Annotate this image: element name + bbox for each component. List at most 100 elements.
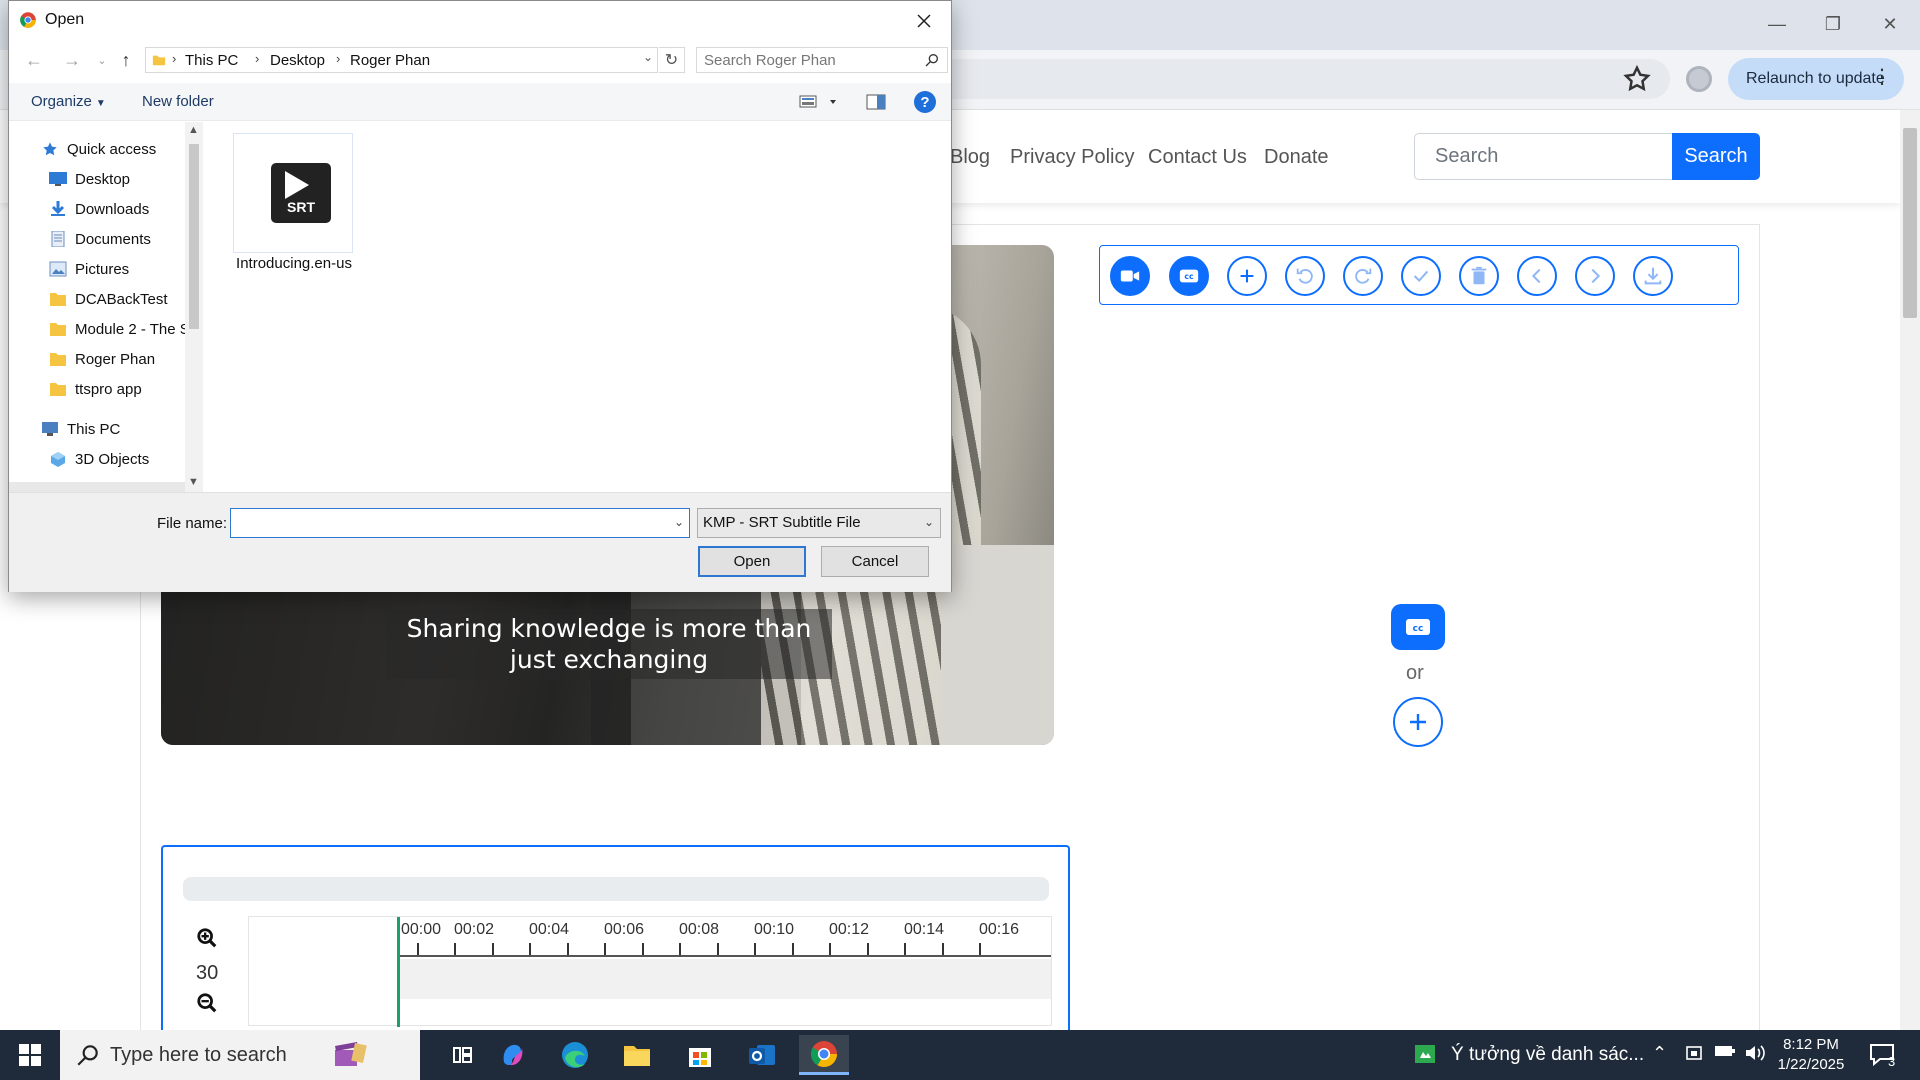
file-name-input[interactable]: ⌄ xyxy=(230,508,690,538)
dialog-address-bar[interactable]: › This PC › Desktop › Roger Phan ⌄ xyxy=(145,47,658,73)
cancel-button[interactable]: Cancel xyxy=(821,546,929,577)
undo-icon[interactable] xyxy=(1285,256,1325,296)
download-icon[interactable] xyxy=(1633,256,1673,296)
nav-folder-dcabacktest[interactable]: DCABackTest xyxy=(49,286,189,312)
restore-icon[interactable]: ❐ xyxy=(1813,10,1853,38)
nav-downloads[interactable]: Downloads 📌 xyxy=(49,196,189,222)
task-view-icon[interactable] xyxy=(438,1035,488,1075)
nav-folder-module-2[interactable]: Module 2 - The S xyxy=(49,316,185,342)
nav-quick-access[interactable]: Quick access xyxy=(41,136,156,162)
change-view-icon[interactable] xyxy=(799,94,839,115)
check-icon[interactable] xyxy=(1401,256,1441,296)
scroll-up-icon[interactable]: ▲ xyxy=(188,124,199,136)
nav-folder-ttspro-app[interactable]: ttspro app xyxy=(49,376,189,402)
cc-icon: cc xyxy=(1406,619,1430,635)
zoom-in-icon[interactable] xyxy=(196,927,218,949)
recent-locations-icon[interactable]: ⌄ xyxy=(91,49,113,71)
back-arrow-icon[interactable]: ← xyxy=(23,49,45,71)
nav-pane-scrollbar[interactable]: ▲ ▼ xyxy=(185,122,203,492)
timeline-track[interactable] xyxy=(399,959,1051,999)
breadcrumb-desktop[interactable]: Desktop xyxy=(270,52,325,69)
video-icon[interactable] xyxy=(1110,256,1150,296)
dialog-command-bar: Organize ▼ New folder ? xyxy=(9,83,951,121)
nav-documents[interactable]: Documents 📌 xyxy=(49,226,189,252)
timeline-panel: 30 00:00 00:02 00:04 00:06 00:08 00:10 00:12 00… xyxy=(161,845,1070,1045)
edge-icon[interactable] xyxy=(550,1035,600,1075)
nav-pane-horizontal-scrollbar[interactable] xyxy=(9,482,185,492)
notes-app-icon[interactable] xyxy=(1413,1042,1437,1066)
nav-folder-label: DCABackTest xyxy=(75,290,168,308)
tray-notification-text[interactable]: Ý tưởng về danh sác... xyxy=(1451,1044,1644,1066)
organize-button[interactable]: Organize ▼ xyxy=(31,93,106,110)
site-search-button[interactable]: Search xyxy=(1672,133,1760,180)
breadcrumb-roger-phan[interactable]: Roger Phan xyxy=(350,52,430,69)
system-clock[interactable]: 8:12 PM 1/22/2025 xyxy=(1763,1035,1859,1075)
timeline-time-label: 00:06 xyxy=(604,921,645,938)
timeline-time-label: 00:14 xyxy=(904,921,945,938)
zoom-out-icon[interactable] xyxy=(196,992,218,1014)
microsoft-store-icon[interactable] xyxy=(675,1035,725,1075)
notification-count: 3 xyxy=(1888,1054,1896,1069)
file-name-label[interactable]: Introducing.en-us xyxy=(219,255,369,272)
outlook-icon[interactable] xyxy=(737,1035,787,1075)
open-button[interactable]: Open xyxy=(698,546,806,577)
nav-link-privacy-policy[interactable]: Privacy Policy xyxy=(1010,146,1134,169)
progress-bar[interactable] xyxy=(183,877,1049,901)
cc-icon[interactable]: cc xyxy=(1169,256,1209,296)
timeline-area[interactable]: 00:00 00:02 00:04 00:06 00:08 00:10 00:12 00:14… xyxy=(248,916,1052,1027)
forward-arrow-icon[interactable]: → xyxy=(61,49,83,71)
new-folder-button[interactable]: New folder xyxy=(142,93,214,110)
battery-icon[interactable] xyxy=(1714,1043,1738,1067)
chevron-down-icon[interactable]: ⌄ xyxy=(643,50,653,64)
site-search-input[interactable]: Search xyxy=(1414,133,1673,180)
scrollbar-thumb[interactable] xyxy=(189,144,199,329)
scroll-down-icon[interactable]: ▼ xyxy=(188,476,199,488)
nav-link-contact-us[interactable]: Contact Us xyxy=(1148,146,1247,169)
relaunch-button[interactable]: Relaunch to update ⋮ xyxy=(1728,58,1904,100)
add-button[interactable] xyxy=(1393,697,1443,747)
refresh-icon[interactable]: ↻ xyxy=(659,47,685,73)
srt-file-icon[interactable]: SRT xyxy=(271,163,331,223)
clapper-app-icon[interactable] xyxy=(325,1035,375,1075)
breadcrumb-this-pc[interactable]: This PC xyxy=(185,52,238,69)
chevron-up-icon[interactable]: ⌃ xyxy=(1652,1043,1676,1067)
help-icon[interactable]: ? xyxy=(914,91,936,113)
nav-pictures[interactable]: Pictures 📌 xyxy=(49,256,189,282)
copilot-icon[interactable] xyxy=(488,1035,538,1075)
nav-folder-label: Module 2 - The S xyxy=(75,320,185,338)
downloads-icon xyxy=(51,201,65,216)
nav-3d-objects[interactable]: 3D Objects xyxy=(49,446,189,472)
close-icon[interactable] xyxy=(909,7,939,35)
playhead[interactable] xyxy=(397,917,400,1027)
chevron-right-icon[interactable] xyxy=(1575,256,1615,296)
add-subtitle-cc-button[interactable]: cc xyxy=(1391,604,1445,650)
redo-icon[interactable] xyxy=(1343,256,1383,296)
page-scrollbar[interactable] xyxy=(1900,110,1920,1030)
scrollbar-thumb[interactable] xyxy=(1903,128,1917,318)
nav-desktop[interactable]: Desktop 📌 xyxy=(49,166,189,192)
trash-icon[interactable] xyxy=(1459,256,1499,296)
start-button[interactable] xyxy=(0,1030,60,1080)
timeline-tick xyxy=(417,943,419,955)
profile-icon[interactable] xyxy=(1686,66,1712,92)
file-type-select[interactable]: KMP - SRT Subtitle File ⌄ xyxy=(697,508,941,538)
close-window-icon[interactable]: ✕ xyxy=(1870,10,1910,38)
meet-now-icon[interactable] xyxy=(1685,1043,1709,1067)
chevron-left-icon[interactable] xyxy=(1517,256,1557,296)
nav-link-blog[interactable]: Blog xyxy=(950,146,990,169)
nav-this-pc[interactable]: This PC xyxy=(41,416,120,442)
minimize-icon[interactable]: — xyxy=(1757,10,1797,38)
star-icon[interactable] xyxy=(1622,64,1652,94)
up-arrow-icon[interactable]: ↑ xyxy=(115,49,137,71)
notification-center-icon[interactable]: 3 xyxy=(1868,1040,1898,1070)
dialog-search-input[interactable]: Search Roger Phan xyxy=(696,47,948,73)
timeline-tick xyxy=(829,943,831,955)
nav-folder-roger-phan[interactable]: Roger Phan xyxy=(49,346,189,372)
plus-icon[interactable] xyxy=(1227,256,1267,296)
more-menu-icon[interactable]: ⋮ xyxy=(1872,66,1892,88)
chrome-icon[interactable] xyxy=(799,1035,849,1075)
chevron-down-icon[interactable]: ⌄ xyxy=(674,515,684,529)
nav-link-donate[interactable]: Donate xyxy=(1264,146,1329,169)
preview-pane-icon[interactable] xyxy=(866,93,886,116)
file-explorer-icon[interactable] xyxy=(612,1035,662,1075)
